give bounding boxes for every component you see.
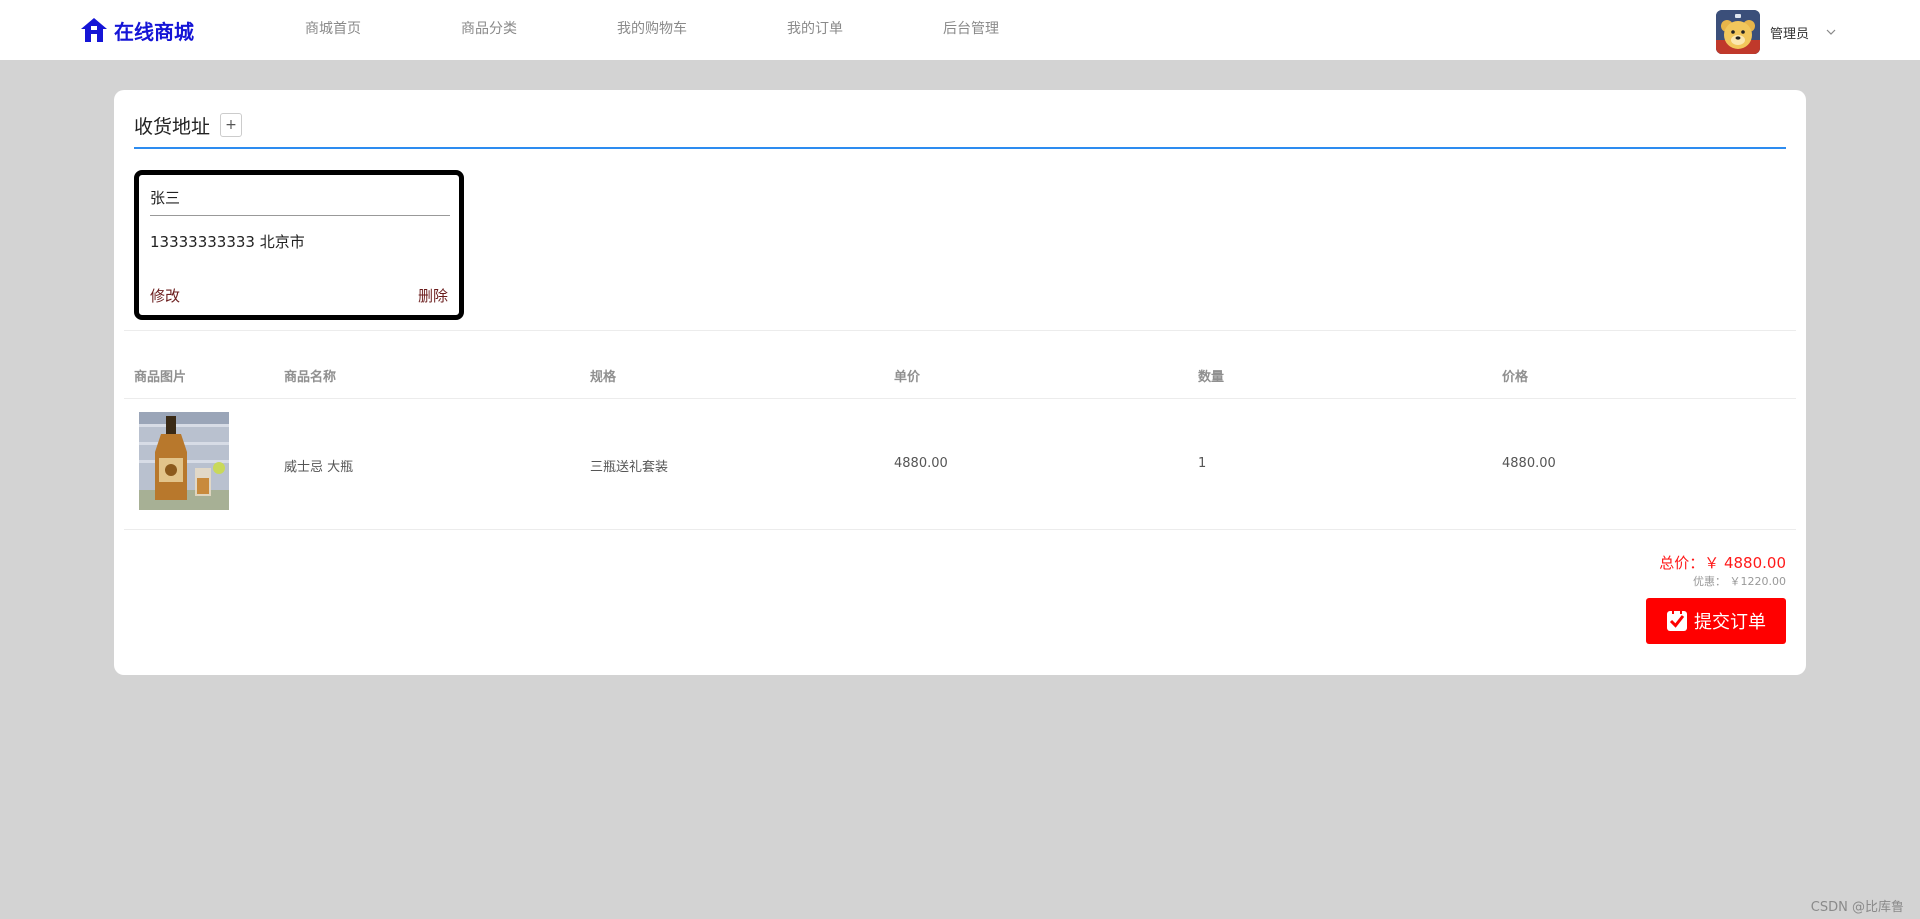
avatar bbox=[1716, 10, 1760, 54]
address-detail: 13333333333 北京市 bbox=[150, 233, 305, 251]
product-spec: 三瓶送礼套装 bbox=[590, 460, 669, 475]
col-header-name: 商品名称 bbox=[284, 370, 337, 385]
col-header-qty: 数量 bbox=[1198, 370, 1225, 385]
whisky-bottle-image bbox=[139, 412, 229, 510]
recipient-name: 张三 bbox=[150, 189, 181, 207]
divider bbox=[124, 330, 1796, 331]
col-header-price: 价格 bbox=[1502, 370, 1529, 385]
col-header-image: 商品图片 bbox=[134, 370, 187, 385]
nav-categories[interactable]: 商品分类 bbox=[461, 18, 517, 38]
product-image bbox=[139, 412, 229, 510]
address-divider bbox=[150, 215, 450, 216]
checkbox-check-icon bbox=[1667, 611, 1687, 631]
submit-order-label: 提交订单 bbox=[1694, 612, 1766, 633]
brand-title: 在线商城 bbox=[114, 19, 194, 44]
user-name: 管理员 bbox=[1770, 26, 1810, 42]
nav-orders[interactable]: 我的订单 bbox=[787, 18, 843, 38]
divider bbox=[124, 398, 1796, 399]
submit-order-button[interactable]: 提交订单 bbox=[1646, 598, 1786, 644]
product-price: 4880.00 bbox=[1502, 456, 1556, 471]
brand-logo[interactable]: 在线商城 bbox=[80, 14, 194, 46]
bear-avatar-icon bbox=[1716, 10, 1760, 54]
product-unit-price: 4880.00 bbox=[894, 456, 948, 471]
nav-home[interactable]: 商城首页 bbox=[305, 18, 361, 38]
watermark: CSDN @比库鲁 bbox=[1810, 900, 1904, 915]
address-section-title: 收货地址 bbox=[134, 116, 211, 138]
user-menu[interactable]: 管理员 bbox=[1716, 10, 1837, 54]
nav-cart[interactable]: 我的购物车 bbox=[617, 18, 687, 38]
section-underline bbox=[134, 147, 1786, 149]
chevron-down-icon bbox=[1826, 29, 1836, 35]
checkout-card: 收货地址 + 张三 13333333333 北京市 修改 删除 商品图片 商品名… bbox=[114, 90, 1806, 675]
nav-admin[interactable]: 后台管理 bbox=[943, 18, 999, 38]
product-name: 威士忌 大瓶 bbox=[284, 460, 354, 475]
col-header-unit-price: 单价 bbox=[894, 370, 921, 385]
add-address-button[interactable]: + bbox=[220, 113, 242, 137]
col-header-spec: 规格 bbox=[590, 370, 617, 385]
order-total: 总价：￥ 4880.00 bbox=[1659, 554, 1786, 572]
edit-address-link[interactable]: 修改 bbox=[150, 285, 180, 306]
top-navbar: 在线商城 商城首页 商品分类 我的购物车 我的订单 后台管理 管理员 bbox=[0, 0, 1920, 60]
home-icon bbox=[81, 18, 107, 42]
order-discount: 优惠： ￥1220.00 bbox=[1693, 575, 1786, 588]
address-card[interactable]: 张三 13333333333 北京市 修改 删除 bbox=[134, 170, 464, 320]
product-qty: 1 bbox=[1198, 456, 1207, 471]
divider bbox=[124, 529, 1796, 530]
delete-address-link[interactable]: 删除 bbox=[418, 285, 448, 306]
